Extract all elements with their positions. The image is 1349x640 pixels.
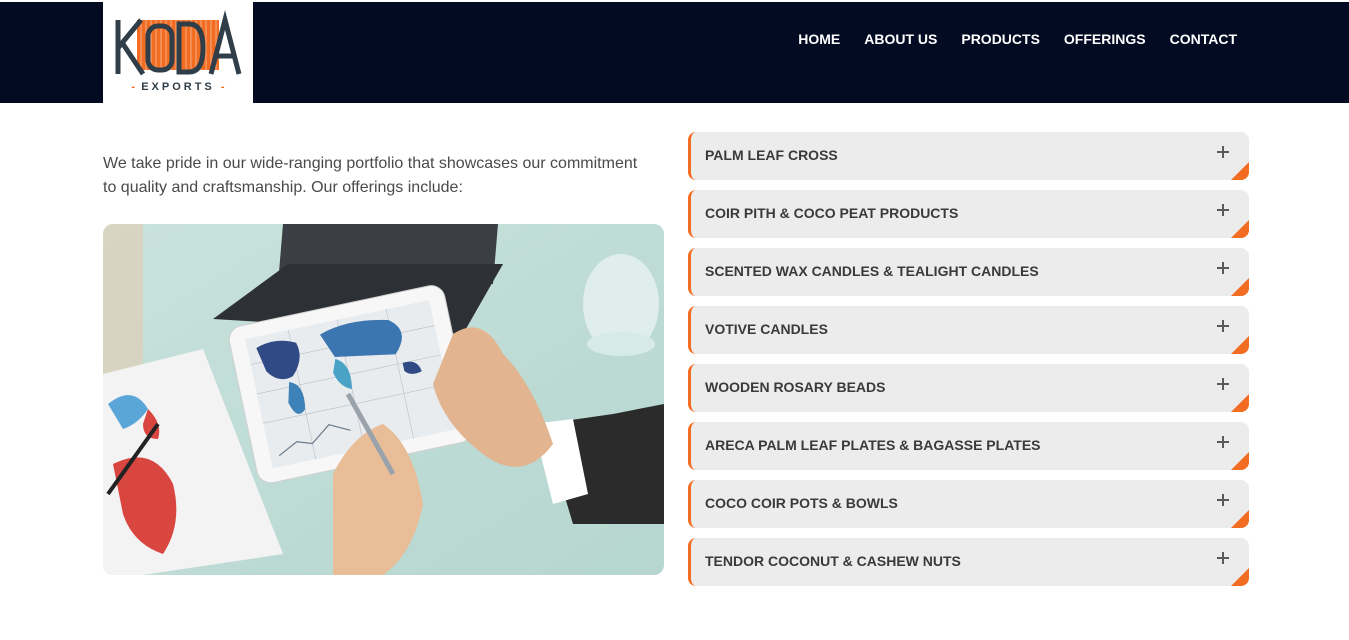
accordion-item-label: COCO COIR POTS & BOWLS [705,495,898,511]
plus-icon[interactable] [1217,262,1229,274]
accordion-item-palm-leaf-cross[interactable]: PALM LEAF CROSS [688,132,1249,180]
accordion-item-label: ARECA PALM LEAF PLATES & BAGASSE PLATES [705,437,1041,453]
logo[interactable]: - EXPORTS - [103,2,253,103]
nav-products[interactable]: PRODUCTS [961,29,1040,49]
plus-icon[interactable] [1217,204,1229,216]
plus-icon[interactable] [1217,320,1229,332]
accordion-item-coir-pith[interactable]: COIR PITH & COCO PEAT PRODUCTS [688,190,1249,238]
corner-accent [1231,336,1249,354]
corner-accent [1231,452,1249,470]
koda-logo-mark [115,10,242,76]
accordion-item-wooden-rosary-beads[interactable]: WOODEN ROSARY BEADS [688,364,1249,412]
accordion-item-label: COIR PITH & COCO PEAT PRODUCTS [705,205,959,221]
plus-icon[interactable] [1217,494,1229,506]
accordion-item-coco-coir-pots[interactable]: COCO COIR POTS & BOWLS [688,480,1249,528]
accordion-item-areca-palm-leaf-plates[interactable]: ARECA PALM LEAF PLATES & BAGASSE PLATES [688,422,1249,470]
business-map-photo [103,224,664,575]
corner-accent [1231,568,1249,586]
nav-offerings[interactable]: OFFERINGS [1064,29,1146,49]
plus-icon[interactable] [1217,436,1229,448]
plus-icon[interactable] [1217,146,1229,158]
corner-accent [1231,162,1249,180]
intro-text: We take pride in our wide-ranging portfo… [103,155,638,196]
nav-home[interactable]: HOME [798,29,840,49]
accordion-item-votive-candles[interactable]: VOTIVE CANDLES [688,306,1249,354]
logo-subtitle: - EXPORTS - [131,81,225,93]
nav-about-us[interactable]: ABOUT US [864,29,937,49]
accordion-item-scented-wax-candles[interactable]: SCENTED WAX CANDLES & TEALIGHT CANDLES [688,248,1249,296]
corner-accent [1231,394,1249,412]
offerings-accordion: PALM LEAF CROSS COIR PITH & COCO PEAT PR… [688,132,1249,596]
plus-icon[interactable] [1217,378,1229,390]
corner-accent [1231,510,1249,528]
nav-contact[interactable]: CONTACT [1170,29,1237,49]
site-header: - EXPORTS - HOME ABOUT US PRODUCTS OFFER… [0,2,1349,103]
main-nav: HOME ABOUT US PRODUCTS OFFERINGS CONTACT [798,29,1237,49]
corner-accent [1231,278,1249,296]
accordion-item-tendor-coconut[interactable]: TENDOR COCONUT & CASHEW NUTS [688,538,1249,586]
accordion-item-label: TENDOR COCONUT & CASHEW NUTS [705,553,961,569]
accordion-item-label: PALM LEAF CROSS [705,147,838,163]
accordion-item-label: SCENTED WAX CANDLES & TEALIGHT CANDLES [705,263,1039,279]
accordion-item-label: WOODEN ROSARY BEADS [705,379,886,395]
accordion-item-label: VOTIVE CANDLES [705,321,828,337]
corner-accent [1231,220,1249,238]
plus-icon[interactable] [1217,552,1229,564]
